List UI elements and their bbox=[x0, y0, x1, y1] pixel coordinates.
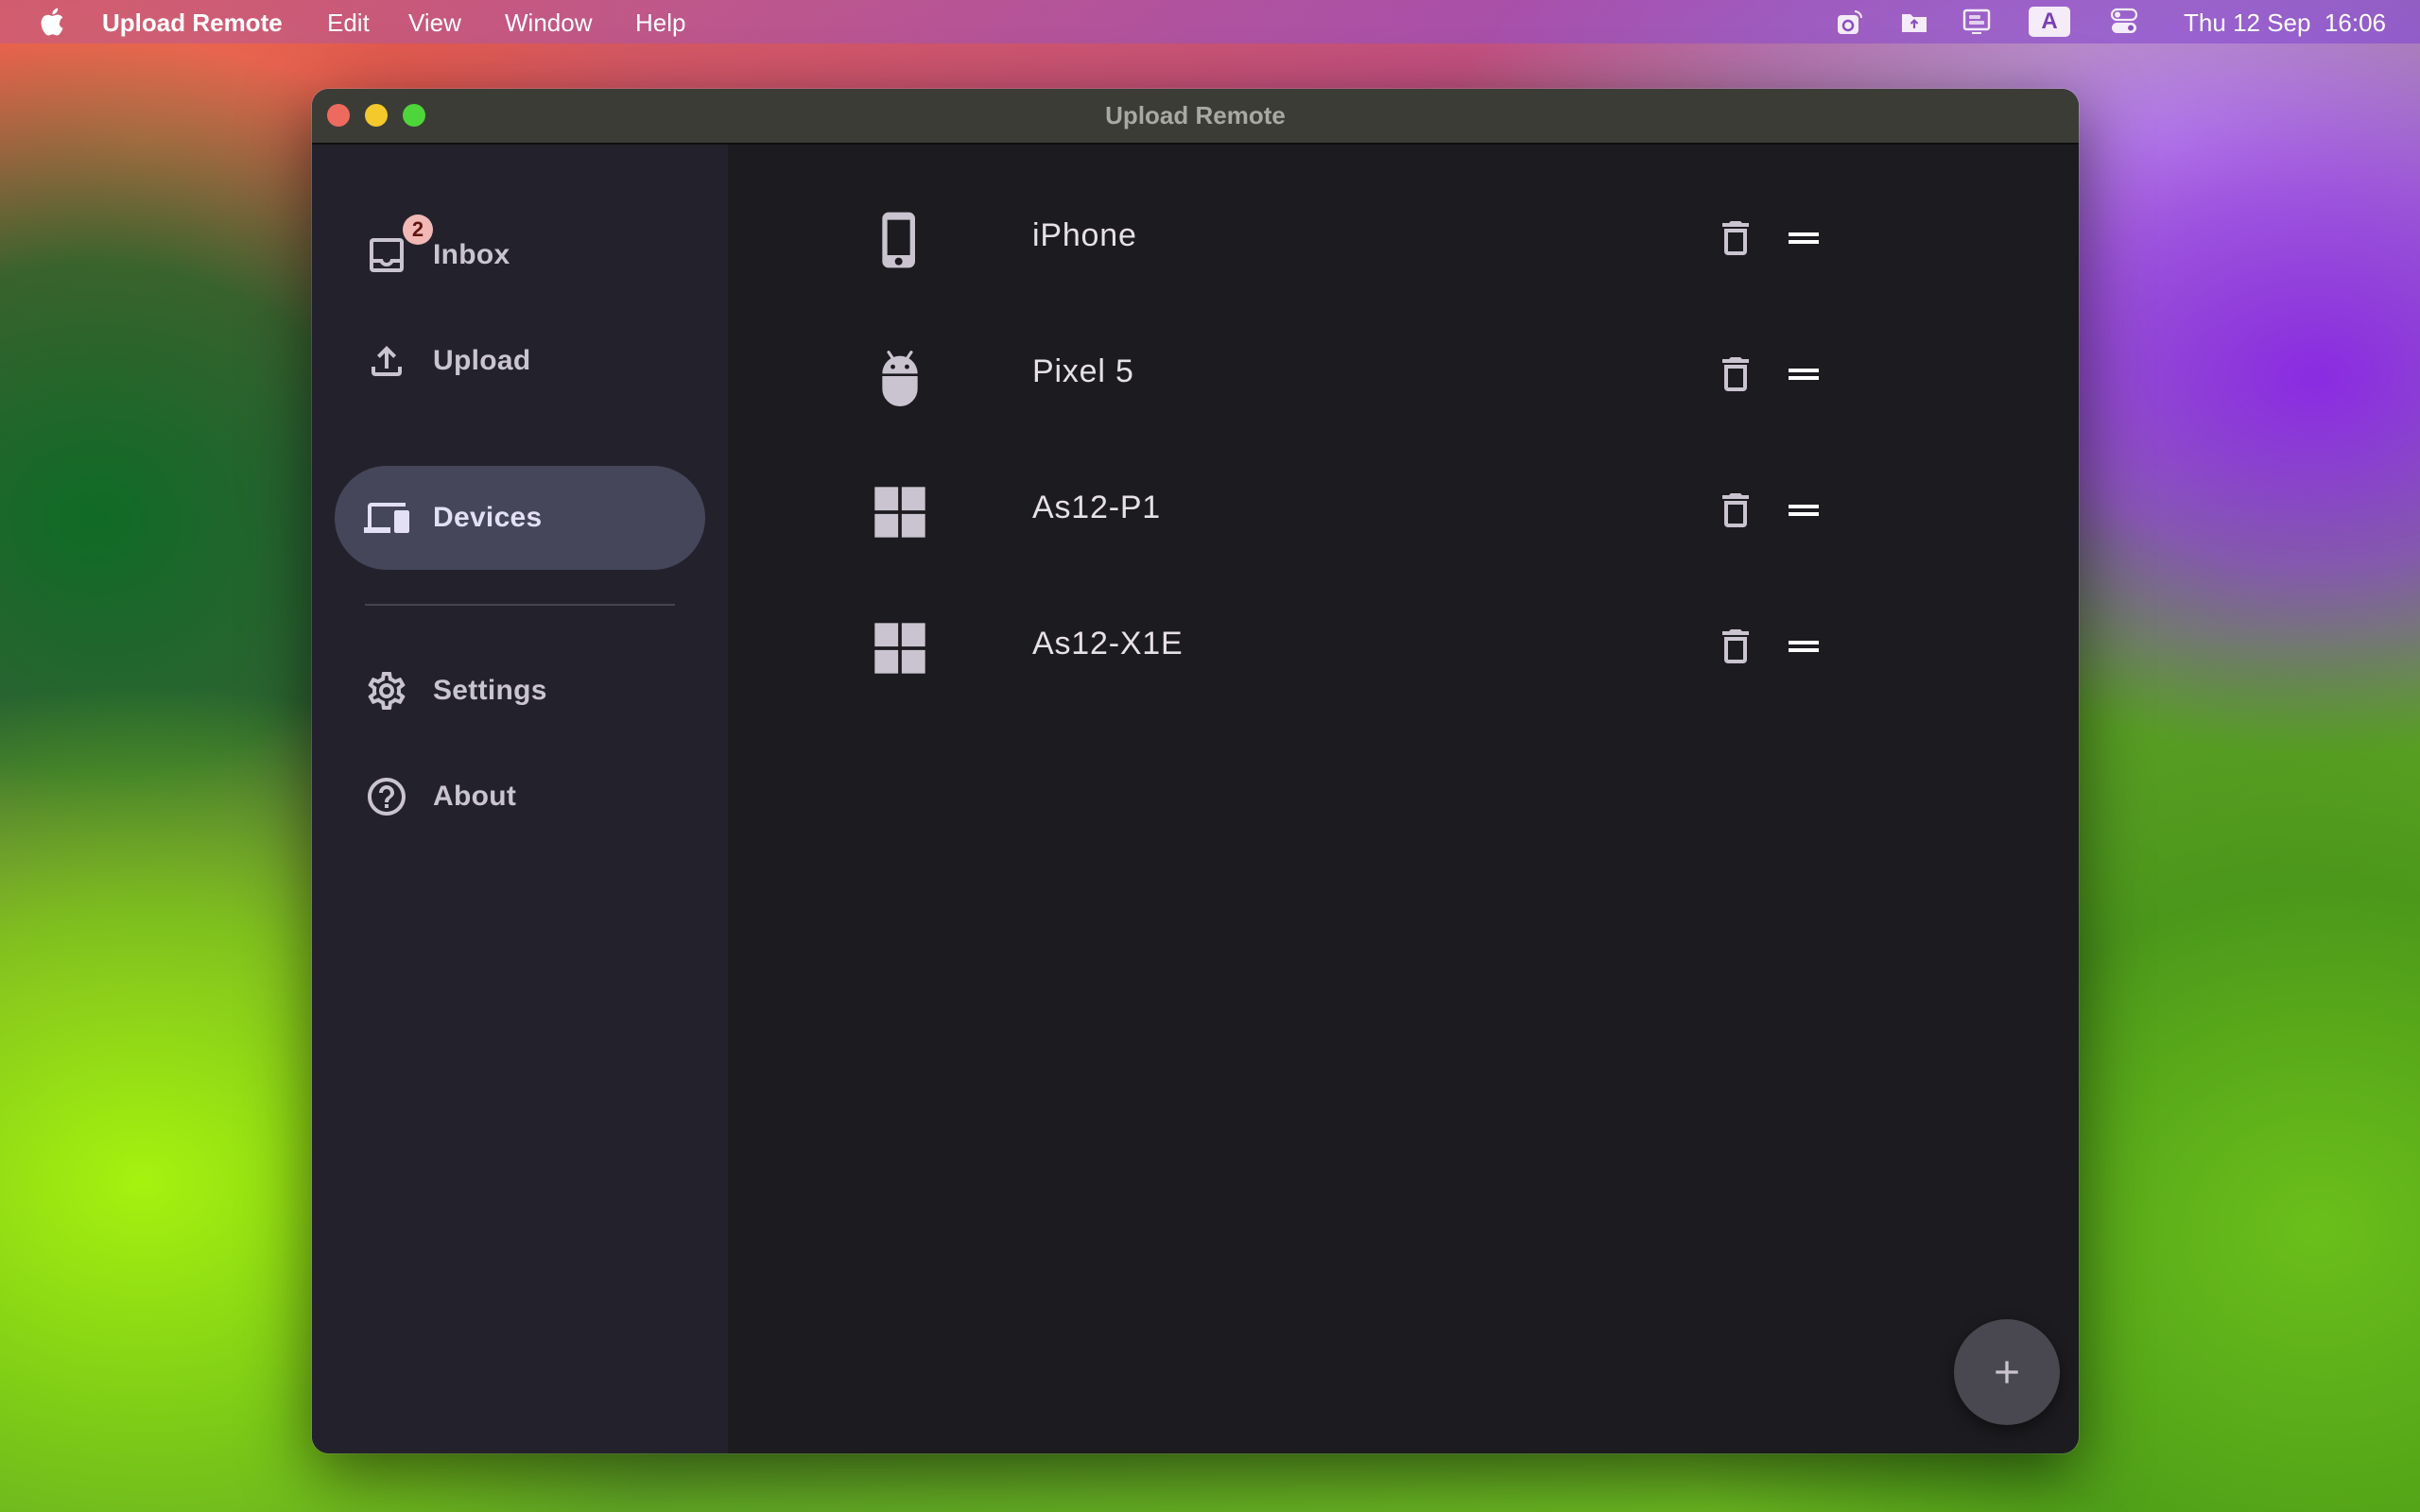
menu-help[interactable]: Help bbox=[635, 9, 685, 38]
sidebar-item-label: Settings bbox=[433, 675, 547, 706]
delete-device-button[interactable] bbox=[1713, 215, 1758, 261]
camera-sync-icon[interactable] bbox=[1834, 8, 1866, 36]
windows-icon bbox=[874, 623, 925, 674]
clock[interactable]: Thu 12 Sep 16:06 bbox=[2184, 9, 2386, 38]
windows-icon bbox=[874, 487, 925, 538]
device-name: iPhone bbox=[1032, 217, 1137, 253]
menu-window[interactable]: Window bbox=[505, 9, 592, 38]
android-icon bbox=[882, 351, 918, 406]
titlebar[interactable]: Upload Remote bbox=[312, 89, 2079, 145]
drag-handle-icon[interactable] bbox=[1781, 352, 1826, 397]
device-row[interactable]: Pixel 5 bbox=[870, 318, 1819, 431]
delete-device-button[interactable] bbox=[1713, 352, 1758, 397]
delete-device-button[interactable] bbox=[1713, 624, 1758, 669]
apple-logo-icon[interactable] bbox=[36, 6, 66, 38]
device-row[interactable]: As12-X1E bbox=[870, 590, 1819, 703]
device-row[interactable]: As12-P1 bbox=[870, 454, 1819, 567]
add-device-button[interactable] bbox=[1954, 1319, 2060, 1425]
sidebar-divider bbox=[365, 604, 675, 606]
menubar: Upload Remote Edit View Window Help A Th… bbox=[0, 0, 2420, 43]
sidebar-item-label: Upload bbox=[433, 345, 531, 376]
drag-handle-icon[interactable] bbox=[1781, 488, 1826, 533]
plus-icon bbox=[1996, 1361, 2018, 1383]
sidebar-item-upload[interactable]: Upload bbox=[335, 309, 705, 413]
help-circle-icon bbox=[368, 778, 406, 816]
sidebar-item-about[interactable]: About bbox=[335, 745, 705, 849]
app-window: Upload Remote 2 Inbox Upload Devices Set… bbox=[312, 89, 2079, 1453]
smartphone-icon bbox=[882, 212, 915, 268]
input-source-icon[interactable]: A bbox=[2029, 7, 2070, 37]
sidebar-item-label: Devices bbox=[433, 502, 543, 533]
folder-upload-icon[interactable] bbox=[1898, 8, 1930, 36]
devices-list-pane: iPhone Pixel 5 As12-P1 As12-X1E bbox=[728, 145, 2079, 1453]
gear-icon bbox=[368, 671, 406, 710]
sidebar-item-settings[interactable]: Settings bbox=[335, 639, 705, 743]
menu-edit[interactable]: Edit bbox=[327, 9, 370, 38]
sidebar-item-inbox[interactable]: 2 Inbox bbox=[335, 203, 705, 307]
device-row[interactable]: iPhone bbox=[870, 181, 1819, 295]
delete-device-button[interactable] bbox=[1713, 488, 1758, 533]
upload-icon bbox=[372, 346, 402, 376]
window-title: Upload Remote bbox=[1105, 101, 1286, 129]
screen-mirror-icon[interactable] bbox=[1961, 8, 1993, 36]
devices-icon bbox=[364, 503, 409, 533]
sidebar-item-devices[interactable]: Devices bbox=[335, 466, 705, 570]
inbox-icon bbox=[370, 238, 404, 272]
device-name: As12-P1 bbox=[1032, 490, 1162, 525]
control-center-icon[interactable] bbox=[2108, 8, 2140, 36]
navigation-rail: 2 Inbox Upload Devices Settings About bbox=[312, 145, 728, 1453]
drag-handle-icon[interactable] bbox=[1781, 624, 1826, 669]
device-name: As12-X1E bbox=[1032, 626, 1184, 662]
menu-view[interactable]: View bbox=[408, 9, 461, 38]
device-name: Pixel 5 bbox=[1032, 353, 1134, 389]
inbox-unread-badge: 2 bbox=[403, 215, 433, 245]
menu-app-name[interactable]: Upload Remote bbox=[102, 9, 283, 38]
sidebar-item-label: About bbox=[433, 781, 517, 812]
drag-handle-icon[interactable] bbox=[1781, 215, 1826, 261]
sidebar-item-label: Inbox bbox=[433, 239, 510, 270]
